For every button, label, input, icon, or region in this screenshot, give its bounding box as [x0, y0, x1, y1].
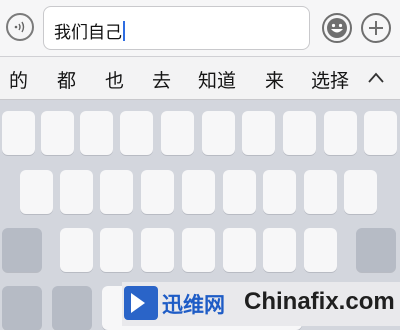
voice-input-button[interactable] [6, 13, 34, 41]
watermark: 迅维网 Chinafix.com [122, 282, 400, 326]
keyboard-key[interactable] [60, 228, 93, 272]
shift-key[interactable] [2, 228, 42, 272]
keyboard-key[interactable] [263, 228, 296, 272]
candidate-word[interactable]: 来 [265, 66, 284, 93]
keyboard-key[interactable] [364, 111, 397, 155]
input-toolbar: 我们自己 [0, 0, 400, 56]
keyboard-key[interactable] [263, 170, 296, 214]
keyboard-key[interactable] [182, 170, 215, 214]
keyboard-key[interactable] [283, 111, 316, 155]
keyboard-key[interactable] [20, 170, 53, 214]
keyboard-key[interactable] [223, 228, 256, 272]
watermark-cn-text: 迅维网 [162, 293, 225, 317]
emoji-face-icon [327, 18, 347, 38]
keyboard-key[interactable] [60, 170, 93, 214]
candidate-bar: 的 都 也 去 知道 来 选择 [0, 56, 400, 100]
keyboard-key[interactable] [80, 111, 113, 155]
text-caret [123, 21, 125, 41]
collapse-candidates-button[interactable] [365, 69, 387, 87]
keyboard-key[interactable] [161, 111, 194, 155]
keyboard-key[interactable] [304, 170, 337, 214]
keyboard-key[interactable] [100, 228, 133, 272]
keyboard-key[interactable] [223, 170, 256, 214]
keyboard-key[interactable] [2, 111, 35, 155]
candidate-word[interactable]: 都 [57, 66, 76, 93]
keyboard-key[interactable] [344, 170, 377, 214]
message-input-text: 我们自己 [54, 18, 125, 43]
candidate-word[interactable]: 选择 [311, 66, 349, 93]
candidate-word[interactable]: 也 [105, 66, 124, 93]
keyboard-key[interactable] [182, 228, 215, 272]
candidate-word[interactable]: 的 [9, 66, 28, 93]
delete-key[interactable] [356, 228, 396, 272]
play-triangle-logo-icon [124, 286, 158, 320]
keyboard-key[interactable] [141, 228, 174, 272]
more-button[interactable] [361, 13, 391, 43]
candidate-word[interactable]: 知道 [198, 66, 236, 93]
keyboard-key[interactable] [304, 228, 337, 272]
watermark-en-text: Chinafix.com [244, 288, 395, 315]
keyboard-key[interactable] [100, 170, 133, 214]
keyboard-key[interactable] [120, 111, 153, 155]
keyboard-key[interactable] [141, 170, 174, 214]
voice-input-icon [14, 21, 25, 33]
keyboard-key[interactable] [41, 111, 74, 155]
numbers-key[interactable] [2, 286, 42, 330]
globe-key[interactable] [52, 286, 92, 330]
emoji-button[interactable] [322, 13, 352, 43]
keyboard-key[interactable] [202, 111, 235, 155]
keyboard-key[interactable] [324, 111, 357, 155]
chevron-up-icon [368, 72, 384, 83]
message-input[interactable]: 我们自己 [43, 6, 310, 50]
keyboard-key[interactable] [242, 111, 275, 155]
candidate-word[interactable]: 去 [152, 66, 171, 93]
